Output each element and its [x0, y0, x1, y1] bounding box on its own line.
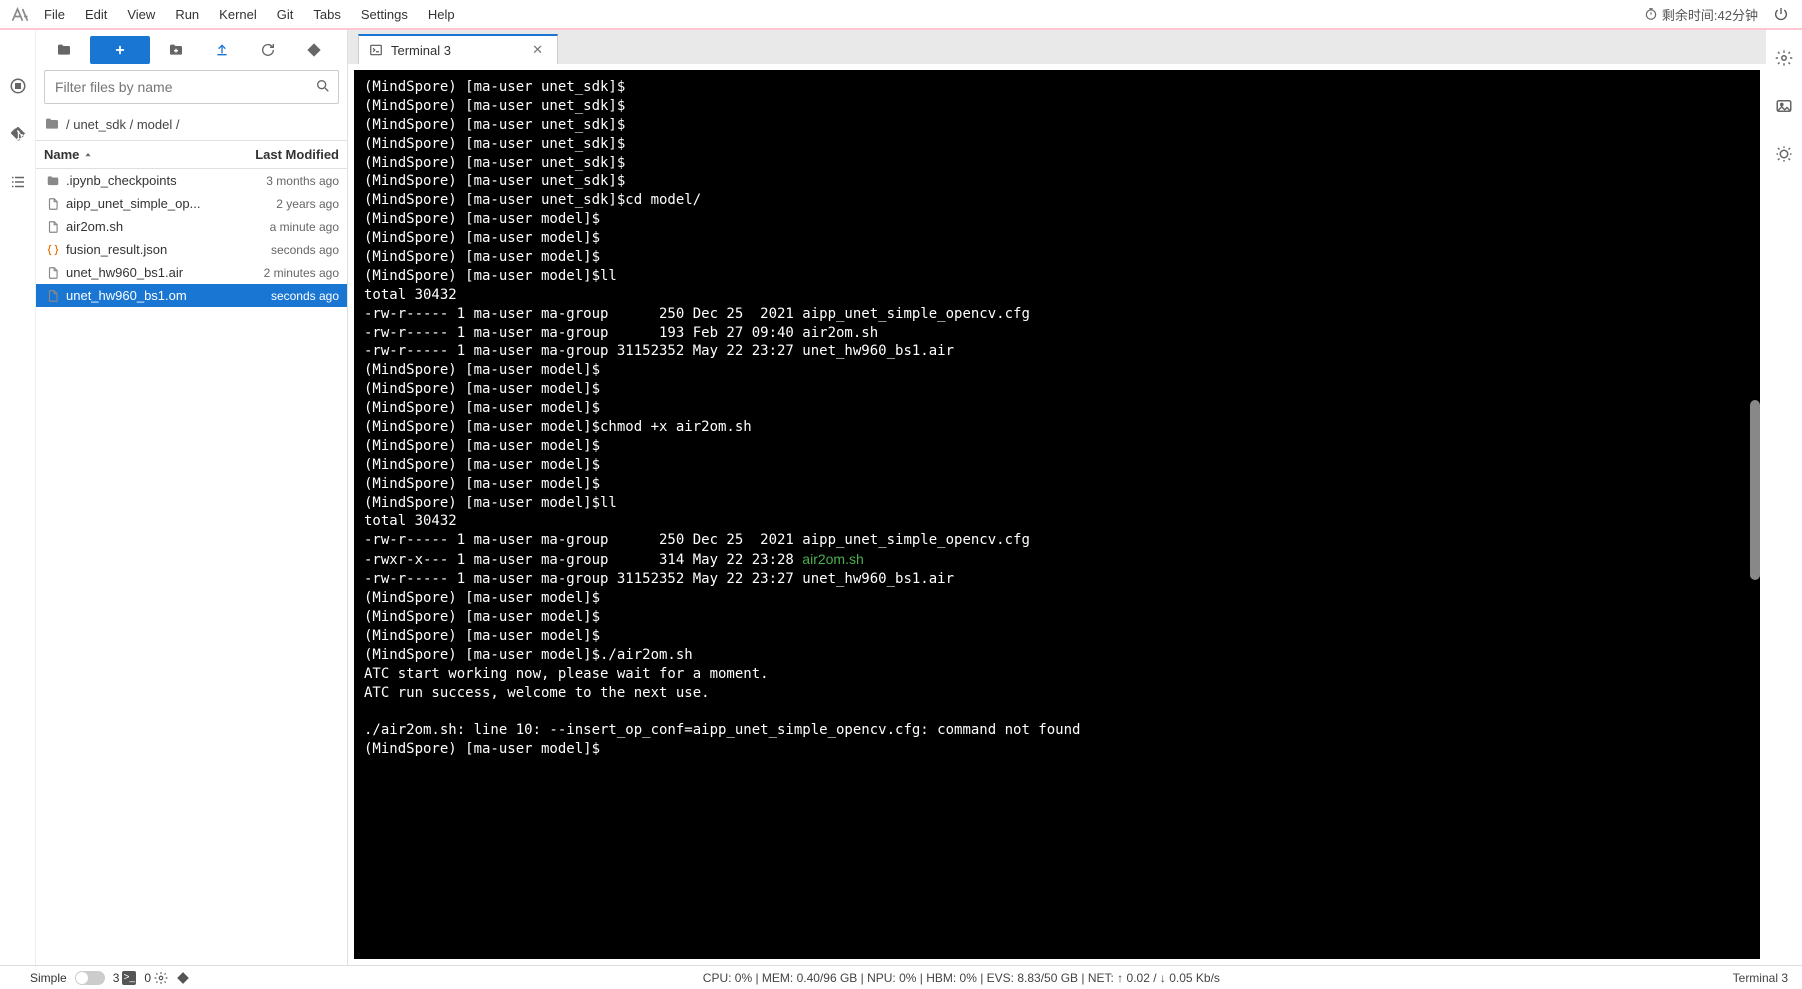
file-name: unet_hw960_bs1.air [62, 265, 219, 280]
folder-icon [44, 174, 62, 188]
menu-settings[interactable]: Settings [351, 3, 418, 26]
file-row[interactable]: fusion_result.jsonseconds ago [36, 238, 347, 261]
menu-run[interactable]: Run [165, 3, 209, 26]
right-sidebar [1766, 30, 1802, 965]
shutdown-button[interactable] [1766, 6, 1796, 22]
tab-bar: Terminal 3 ✕ [348, 30, 1766, 64]
file-row[interactable]: unet_hw960_bs1.omseconds ago [36, 284, 347, 307]
json-icon [44, 243, 62, 257]
kernel-count[interactable]: 0 [144, 971, 168, 985]
file-modified: 3 months ago [219, 174, 339, 188]
left-sidebar [0, 30, 36, 965]
file-icon [44, 289, 62, 303]
tab-label: Terminal 3 [391, 43, 520, 58]
git-clone-button[interactable] [294, 36, 334, 64]
search-icon [315, 78, 331, 94]
terminal-count[interactable]: 3 >_ [113, 971, 137, 985]
sort-asc-icon [83, 150, 93, 160]
file-icon [44, 220, 62, 234]
file-modified: a minute ago [219, 220, 339, 234]
tab-terminal[interactable]: Terminal 3 ✕ [358, 34, 558, 64]
simple-mode-label: Simple [30, 971, 67, 985]
upload-button[interactable] [202, 36, 242, 64]
filter-input[interactable] [44, 70, 339, 104]
scrollbar-thumb[interactable] [1750, 400, 1760, 580]
file-modified: 2 years ago [219, 197, 339, 211]
file-browser: / unet_sdk / model / Name Last Modified … [36, 30, 348, 965]
file-row[interactable]: aipp_unet_simple_op...2 years ago [36, 192, 347, 215]
file-row[interactable]: unet_hw960_bs1.air2 minutes ago [36, 261, 347, 284]
running-terminals-icon[interactable] [8, 76, 28, 96]
file-icon [44, 197, 62, 211]
file-row[interactable]: air2om.sha minute ago [36, 215, 347, 238]
file-list: .ipynb_checkpoints3 months agoaipp_unet_… [36, 169, 347, 965]
work-area: Terminal 3 ✕ (MindSpore) [ma-user unet_s… [348, 30, 1766, 965]
menu-kernel[interactable]: Kernel [209, 3, 267, 26]
gear-icon [154, 971, 168, 985]
image-icon[interactable] [1774, 96, 1794, 116]
tab-close-button[interactable]: ✕ [528, 42, 547, 58]
terminal-icon [369, 43, 383, 57]
menu-edit[interactable]: Edit [75, 3, 117, 26]
menu-help[interactable]: Help [418, 3, 465, 26]
stopwatch-icon [1644, 7, 1658, 21]
file-modified: 2 minutes ago [219, 266, 339, 280]
file-icon [44, 266, 62, 280]
git-icon[interactable] [8, 124, 28, 144]
menu-file[interactable]: File [34, 3, 75, 26]
remaining-time-label: 剩余时间:42分钟 [1662, 5, 1758, 24]
new-launcher-button[interactable] [90, 36, 150, 64]
app-logo [6, 0, 34, 28]
file-name: unet_hw960_bs1.om [62, 288, 219, 303]
file-name: .ipynb_checkpoints [62, 173, 219, 188]
terminal-square-icon: >_ [122, 971, 136, 985]
menu-tabs[interactable]: Tabs [303, 3, 350, 26]
refresh-button[interactable] [248, 36, 288, 64]
file-name: air2om.sh [62, 219, 219, 234]
menu-git[interactable]: Git [267, 3, 304, 26]
file-row[interactable]: .ipynb_checkpoints3 months ago [36, 169, 347, 192]
file-list-header: Name Last Modified [36, 140, 347, 169]
menu-view[interactable]: View [117, 3, 165, 26]
file-name: fusion_result.json [62, 242, 219, 257]
status-bar: Simple 3 >_ 0 CPU: 0% | MEM: 0.40/96 GB … [0, 965, 1802, 989]
file-browser-toolbar [36, 30, 347, 70]
file-modified: seconds ago [219, 243, 339, 257]
resource-monitor: CPU: 0% | MEM: 0.40/96 GB | NPU: 0% | HB… [190, 971, 1733, 985]
file-modified: seconds ago [219, 289, 339, 303]
folder-icon [44, 116, 60, 132]
remaining-time: 剩余时间:42分钟 [1636, 5, 1766, 24]
open-folder-button[interactable] [44, 36, 84, 64]
column-name[interactable]: Name [36, 141, 217, 168]
breadcrumb[interactable]: / unet_sdk / model / [36, 112, 347, 140]
debugger-icon[interactable] [1774, 144, 1794, 164]
property-inspector-icon[interactable] [1774, 48, 1794, 68]
menu-bar: FileEditViewRunKernelGitTabsSettingsHelp… [0, 0, 1802, 30]
simple-mode-toggle[interactable] [75, 971, 105, 985]
new-folder-button[interactable] [156, 36, 196, 64]
status-mode: Terminal 3 [1733, 971, 1802, 985]
column-modified[interactable]: Last Modified [217, 141, 347, 168]
file-name: aipp_unet_simple_op... [62, 196, 219, 211]
terminal-output[interactable]: (MindSpore) [ma-user unet_sdk]$ (MindSpo… [354, 70, 1760, 959]
git-status-icon[interactable] [176, 971, 190, 985]
toc-icon[interactable] [8, 172, 28, 192]
